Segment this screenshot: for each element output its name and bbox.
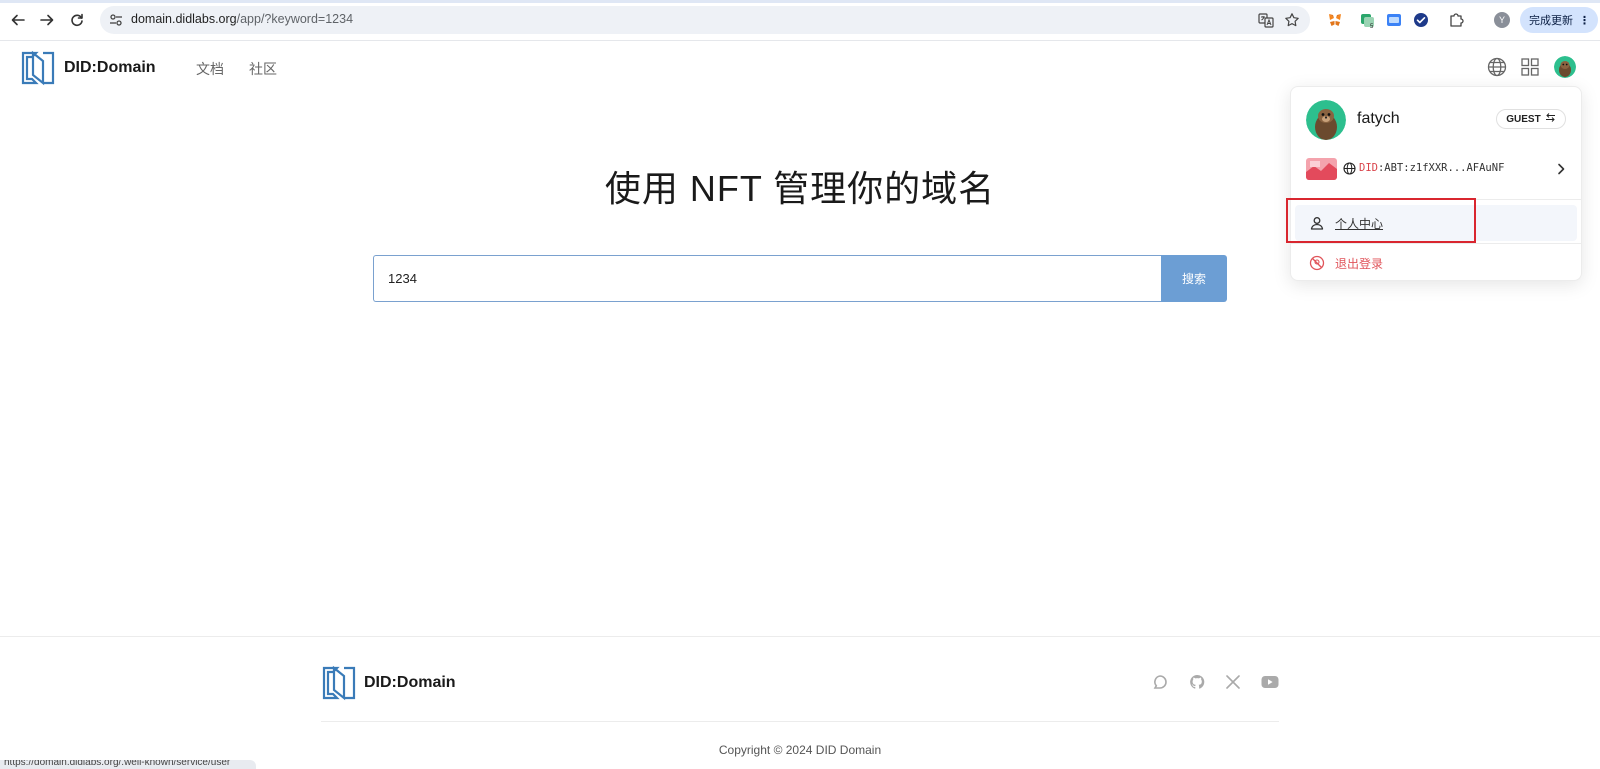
more-dots-icon: ⋮ xyxy=(1579,14,1590,27)
menu-item-logout-label: 退出登录 xyxy=(1335,256,1384,271)
address-bar[interactable]: domain.didlabs.org/app/?keyword=1234 xyxy=(100,6,1310,34)
role-switch-badge[interactable]: GUEST xyxy=(1496,109,1566,129)
url-host: domain.didlabs.org xyxy=(131,12,237,26)
user-dropdown-menu: fatych GUEST DID:ABT:z1fXXR...AFAuNF 个人中… xyxy=(1290,86,1582,281)
user-avatar-button[interactable] xyxy=(1554,56,1576,78)
chevron-right-icon xyxy=(1554,161,1568,177)
youtube-icon[interactable] xyxy=(1261,673,1279,691)
domain-search: 搜索 xyxy=(373,255,1227,302)
footer-logo-icon[interactable] xyxy=(321,665,357,701)
x-twitter-icon[interactable] xyxy=(1224,673,1242,691)
brand-name[interactable]: DID:Domain xyxy=(64,59,156,77)
tab-strip xyxy=(0,0,1600,3)
url-text: domain.didlabs.org/app/?keyword=1234 xyxy=(131,12,353,26)
forward-arrow-icon[interactable] xyxy=(37,10,57,30)
extensions-puzzle-icon[interactable] xyxy=(1447,11,1465,29)
role-badge-label: GUEST xyxy=(1506,113,1541,125)
did-nft-thumbnail xyxy=(1306,158,1337,180)
annotation-highlight-box xyxy=(1286,198,1476,243)
url-path: /app/?keyword=1234 xyxy=(236,12,354,26)
screenshot-extension-icon[interactable] xyxy=(1385,11,1403,29)
copyright-text: Copyright © 2024 DID Domain xyxy=(718,743,882,757)
community-chat-icon[interactable] xyxy=(1151,673,1169,691)
browser-profile-avatar[interactable]: Y xyxy=(1494,12,1510,28)
nav-docs-link[interactable]: 文档 xyxy=(196,59,224,79)
did-value: :ABT:z1fXXR...AFAuNF xyxy=(1377,162,1505,174)
switch-arrows-icon xyxy=(1545,113,1556,125)
user-name: fatych xyxy=(1357,110,1400,127)
domain-search-input[interactable] xyxy=(373,255,1161,302)
footer-brand-name: DID:Domain xyxy=(364,674,456,691)
apps-grid-icon[interactable] xyxy=(1518,55,1542,79)
did-domain-logo-icon[interactable] xyxy=(20,50,56,86)
browser-status-bar: https://domain.didlabs.org/.well-known/s… xyxy=(0,760,256,769)
did-globe-icon xyxy=(1343,162,1356,175)
did-address: DID:ABT:z1fXXR...AFAuNF xyxy=(1359,162,1504,174)
search-button[interactable]: 搜索 xyxy=(1161,255,1227,302)
page-footer: DID:Domain Copyright © 2024 DID Domain xyxy=(0,636,1600,769)
back-arrow-icon[interactable] xyxy=(8,10,28,30)
site-settings-icon[interactable] xyxy=(108,12,124,28)
verified-extension-icon[interactable] xyxy=(1412,11,1430,29)
logout-icon xyxy=(1309,255,1325,271)
status-url: https://domain.didlabs.org/.well-known/s… xyxy=(4,760,231,768)
github-icon[interactable] xyxy=(1188,673,1206,691)
menu-item-logout[interactable]: 退出登录 xyxy=(1295,245,1577,281)
metamask-extension-icon[interactable] xyxy=(1326,11,1344,29)
browser-toolbar: domain.didlabs.org/app/?keyword=1234 5 Y… xyxy=(0,0,1600,41)
bookmark-star-icon[interactable] xyxy=(1283,11,1301,29)
did-prefix: DID xyxy=(1359,162,1378,174)
language-globe-icon[interactable] xyxy=(1485,55,1509,79)
menu-divider xyxy=(1291,243,1581,244)
did-address-row[interactable]: DID:ABT:z1fXXR...AFAuNF xyxy=(1306,157,1568,181)
translate-icon[interactable] xyxy=(1257,11,1275,29)
footer-divider xyxy=(321,721,1279,722)
reload-icon[interactable] xyxy=(67,10,87,30)
nav-community-link[interactable]: 社区 xyxy=(249,59,277,79)
wallet-extension-icon[interactable]: 5 xyxy=(1359,11,1377,29)
browser-update-button[interactable]: 完成更新 ⋮ xyxy=(1520,7,1598,33)
update-label: 完成更新 xyxy=(1529,15,1573,27)
user-avatar xyxy=(1306,100,1346,140)
